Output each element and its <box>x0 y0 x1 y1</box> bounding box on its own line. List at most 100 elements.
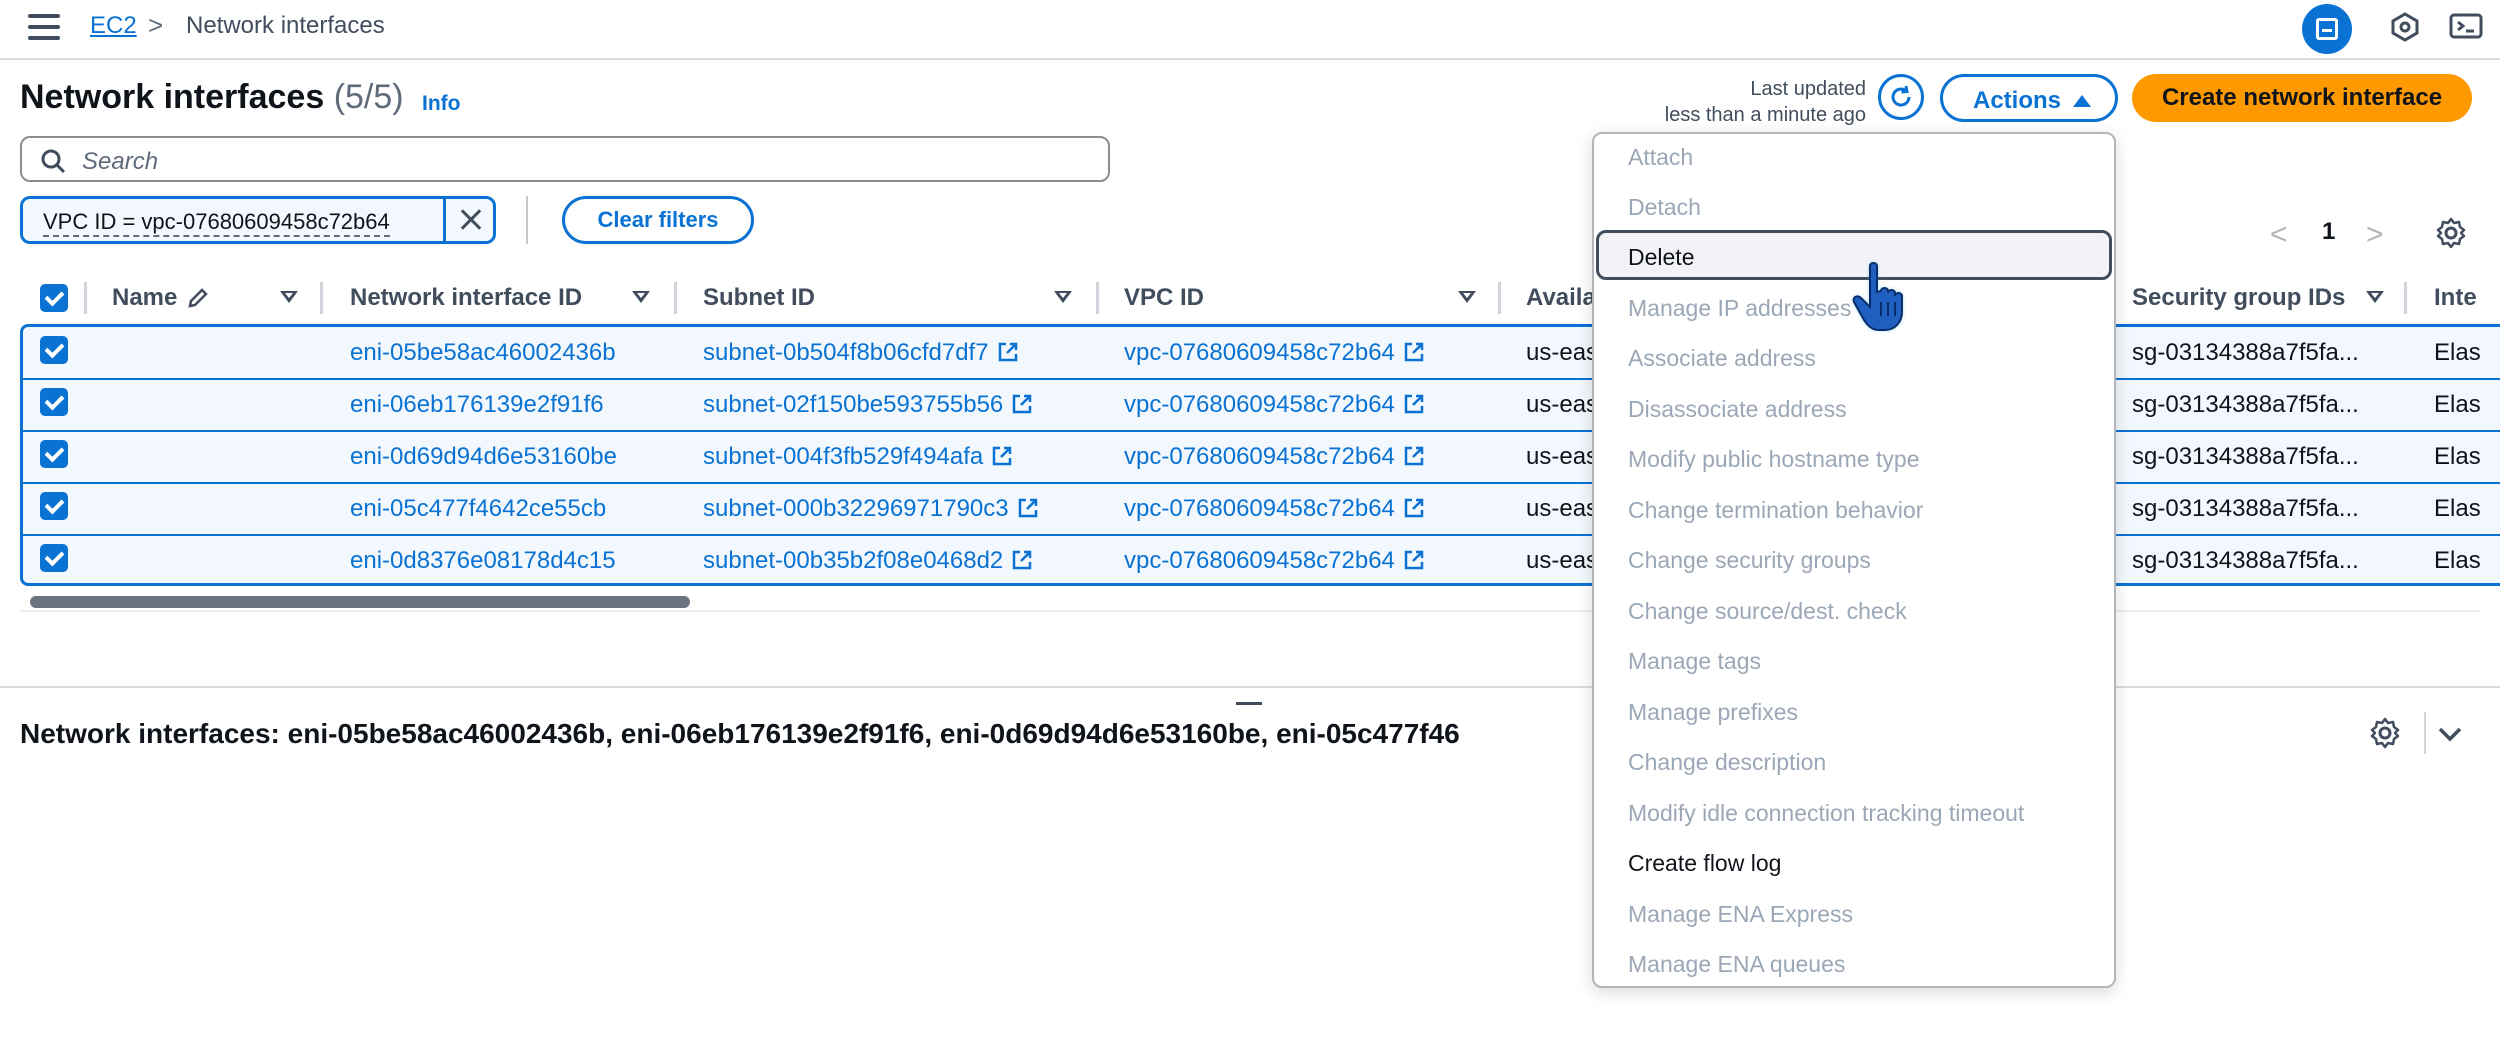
menu-item-change-security-groups[interactable]: Change security groups <box>1628 547 1871 574</box>
panel-icon[interactable] <box>2302 4 2352 54</box>
subnet-id-cell[interactable]: subnet-0b504f8b06cfd7df7 <box>703 339 1019 367</box>
notifications-icon[interactable] <box>2390 12 2420 42</box>
page-number[interactable]: 1 <box>2322 218 2335 246</box>
subnet-id-cell[interactable]: subnet-000b32296971790c3 <box>703 495 1039 523</box>
sort-icon[interactable] <box>1458 291 1476 303</box>
subnet-id-cell[interactable]: subnet-004f3fb529f494afa <box>703 443 1013 471</box>
menu-item-attach[interactable]: Attach <box>1628 144 1693 171</box>
menu-item-create-flow-log[interactable]: Create flow log <box>1628 850 1781 877</box>
sort-icon[interactable] <box>280 291 298 303</box>
menu-item-manage-ip-addresses[interactable]: Manage IP addresses <box>1628 295 1851 322</box>
external-link-icon <box>998 342 1017 362</box>
vpc-id-cell[interactable]: vpc-07680609458c72b64 <box>1124 391 1425 419</box>
external-link-icon <box>1013 394 1032 414</box>
subnet-id-link[interactable]: subnet-004f3fb529f494afa <box>703 443 983 470</box>
select-all-checkbox[interactable] <box>40 284 68 312</box>
row-checkbox[interactable] <box>40 492 68 520</box>
refresh-button[interactable] <box>1878 74 1924 120</box>
column-resizer[interactable] <box>1498 282 1501 314</box>
chevron-right-icon: > <box>148 10 164 40</box>
menu-icon[interactable] <box>28 14 60 42</box>
interface-id-link[interactable]: eni-05c477f4642ce55cb <box>350 495 606 523</box>
info-link[interactable]: Info <box>422 92 460 116</box>
menu-item-change-termination-behavior[interactable]: Change termination behavior <box>1628 497 1923 524</box>
row-checkbox[interactable] <box>40 440 68 468</box>
menu-item-delete[interactable]: Delete <box>1628 244 1694 271</box>
cloudshell-icon[interactable] <box>2448 10 2484 46</box>
filter-token-text[interactable]: VPC ID = vpc-07680609458c72b64 <box>43 209 390 237</box>
menu-item-manage-ena-queues[interactable]: Manage ENA queues <box>1628 951 1845 978</box>
subnet-id-cell[interactable]: subnet-00b35b2f08e0468d2 <box>703 547 1033 575</box>
table-row[interactable]: eni-0d8376e08178d4c15 subnet-00b35b2f08e… <box>23 535 2500 587</box>
table-row[interactable]: eni-06eb176139e2f91f6 subnet-02f150be593… <box>23 379 2500 431</box>
table-row[interactable]: eni-05be58ac46002436b subnet-0b504f8b06c… <box>23 327 2500 379</box>
menu-item-manage-prefixes[interactable]: Manage prefixes <box>1628 699 1798 726</box>
subnet-id-cell[interactable]: subnet-02f150be593755b56 <box>703 391 1033 419</box>
column-header-name[interactable]: Name <box>112 276 177 320</box>
breadcrumb-ec2-link[interactable]: EC2 <box>90 12 137 40</box>
row-checkbox[interactable] <box>40 336 68 364</box>
menu-item-change-source-dest-check[interactable]: Change source/dest. check <box>1628 598 1907 625</box>
column-header-vpc-id[interactable]: VPC ID <box>1124 276 1204 320</box>
create-network-interface-button[interactable]: Create network interface <box>2132 74 2472 122</box>
menu-item-change-description[interactable]: Change description <box>1628 749 1826 776</box>
row-checkbox[interactable] <box>40 388 68 416</box>
column-header-interface-type[interactable]: Inte <box>2434 276 2477 320</box>
column-resizer[interactable] <box>84 282 87 314</box>
filter-token[interactable]: VPC ID = vpc-07680609458c72b64 <box>20 196 496 244</box>
subnet-id-link[interactable]: subnet-000b32296971790c3 <box>703 495 1009 522</box>
chevron-down-icon[interactable] <box>2432 716 2468 752</box>
menu-item-manage-tags[interactable]: Manage tags <box>1628 648 1761 675</box>
chevron-left-icon[interactable]: < <box>2270 218 2288 252</box>
menu-item-modify-idle-timeout[interactable]: Modify idle connection tracking timeout <box>1628 800 2024 827</box>
vpc-id-link[interactable]: vpc-07680609458c72b64 <box>1124 443 1395 470</box>
sort-icon[interactable] <box>1054 291 1072 303</box>
column-resizer[interactable] <box>320 282 323 314</box>
subnet-id-link[interactable]: subnet-0b504f8b06cfd7df7 <box>703 339 989 366</box>
search-input[interactable]: Search <box>20 136 1110 182</box>
resize-handle[interactable] <box>1236 702 1262 705</box>
divider <box>2424 712 2426 754</box>
vpc-id-cell[interactable]: vpc-07680609458c72b64 <box>1124 547 1425 575</box>
vpc-id-cell[interactable]: vpc-07680609458c72b64 <box>1124 495 1425 523</box>
interface-id-link[interactable]: eni-0d8376e08178d4c15 <box>350 547 616 575</box>
menu-item-detach[interactable]: Detach <box>1628 194 1701 221</box>
interface-id-link[interactable]: eni-05be58ac46002436b <box>350 339 616 367</box>
row-checkbox[interactable] <box>40 544 68 572</box>
column-header-availability-zone[interactable]: Availa <box>1526 276 1596 320</box>
vpc-id-cell[interactable]: vpc-07680609458c72b64 <box>1124 443 1425 471</box>
vpc-id-cell[interactable]: vpc-07680609458c72b64 <box>1124 339 1425 367</box>
menu-item-associate-address[interactable]: Associate address <box>1628 345 1816 372</box>
sort-icon[interactable] <box>632 291 650 303</box>
actions-button[interactable]: Actions <box>1940 74 2118 122</box>
settings-icon[interactable] <box>2434 216 2468 250</box>
column-resizer[interactable] <box>674 282 677 314</box>
security-group-ids: sg-03134388a7f5fa... <box>2132 495 2359 522</box>
vpc-id-link[interactable]: vpc-07680609458c72b64 <box>1124 495 1395 522</box>
menu-item-disassociate-address[interactable]: Disassociate address <box>1628 396 1847 423</box>
vpc-id-link[interactable]: vpc-07680609458c72b64 <box>1124 339 1395 366</box>
menu-item-modify-public-hostname-type[interactable]: Modify public hostname type <box>1628 446 1920 473</box>
vpc-id-link[interactable]: vpc-07680609458c72b64 <box>1124 547 1395 574</box>
column-header-subnet-id[interactable]: Subnet ID <box>703 276 815 320</box>
column-resizer[interactable] <box>1096 282 1099 314</box>
subnet-id-link[interactable]: subnet-00b35b2f08e0468d2 <box>703 547 1003 574</box>
horizontal-scrollbar[interactable] <box>30 596 690 608</box>
column-header-security-groups[interactable]: Security group IDs <box>2132 276 2345 320</box>
column-header-interface-id[interactable]: Network interface ID <box>350 276 582 320</box>
table-row[interactable]: eni-05c477f4642ce55cb subnet-000b3229697… <box>23 483 2500 535</box>
settings-icon[interactable] <box>2368 716 2402 750</box>
column-resizer[interactable] <box>2404 282 2407 314</box>
sort-icon[interactable] <box>2366 291 2384 303</box>
table-row[interactable]: eni-0d69d94d6e53160be subnet-004f3fb529f… <box>23 431 2500 483</box>
menu-item-manage-ena-express[interactable]: Manage ENA Express <box>1628 901 1853 928</box>
page-title-text: Network interfaces <box>20 78 325 116</box>
interface-id-link[interactable]: eni-0d69d94d6e53160be <box>350 443 617 471</box>
last-updated: Last updated less than a minute ago <box>1600 76 1866 128</box>
interface-id-link[interactable]: eni-06eb176139e2f91f6 <box>350 391 604 419</box>
close-icon[interactable] <box>443 199 493 241</box>
subnet-id-link[interactable]: subnet-02f150be593755b56 <box>703 391 1003 418</box>
chevron-right-icon[interactable]: > <box>2366 218 2384 252</box>
clear-filters-button[interactable]: Clear filters <box>562 196 754 244</box>
vpc-id-link[interactable]: vpc-07680609458c72b64 <box>1124 391 1395 418</box>
